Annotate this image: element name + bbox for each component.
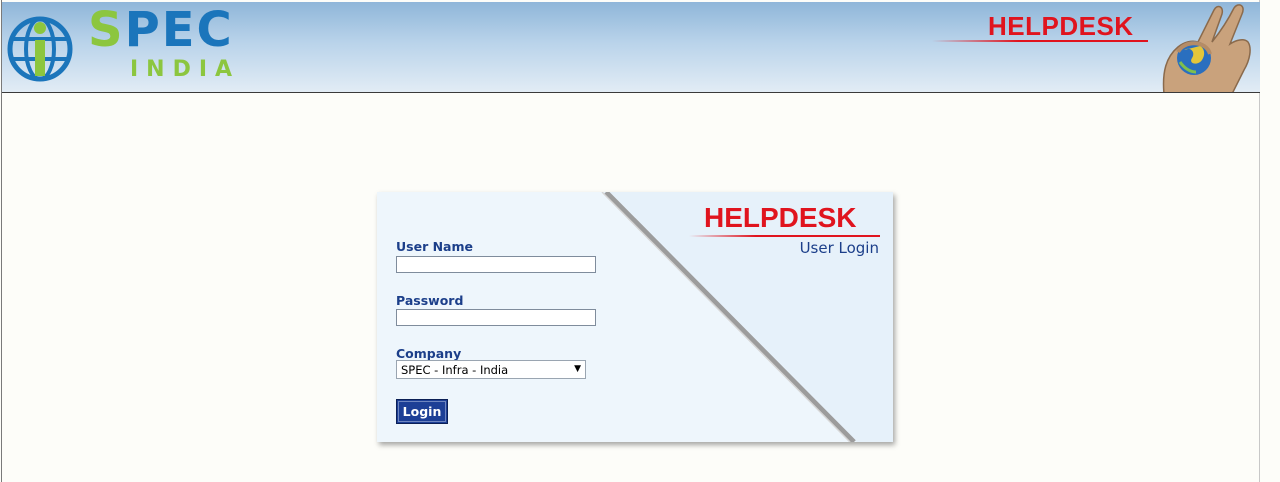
spec-globe-logo-icon	[7, 16, 73, 82]
login-panel: HELPDESK User Login User Name Password C…	[377, 192, 893, 442]
login-title: HELPDESK	[704, 202, 857, 233]
logo-india-text: INDIA	[130, 57, 241, 82]
password-label: Password	[396, 293, 464, 308]
site-header: SPEC INDIA HELPDESK	[2, 2, 1260, 93]
header-divider	[932, 40, 1148, 42]
company-select[interactable]: SPEC - Infra - India ▼	[396, 360, 586, 379]
company-selected-value: SPEC - Infra - India	[401, 363, 509, 377]
username-input[interactable]	[396, 256, 596, 273]
logo-spec-text: SPEC	[88, 2, 234, 58]
hand-globe-icon	[1162, 4, 1251, 92]
header-title: HELPDESK	[988, 11, 1134, 41]
login-subtitle: User Login	[799, 239, 879, 257]
chevron-down-icon: ▼	[574, 364, 581, 374]
company-label: Company	[396, 346, 462, 361]
username-label: User Name	[396, 239, 473, 254]
login-title-divider	[689, 235, 880, 237]
login-button[interactable]: Login	[396, 399, 448, 424]
password-input[interactable]	[396, 309, 596, 326]
